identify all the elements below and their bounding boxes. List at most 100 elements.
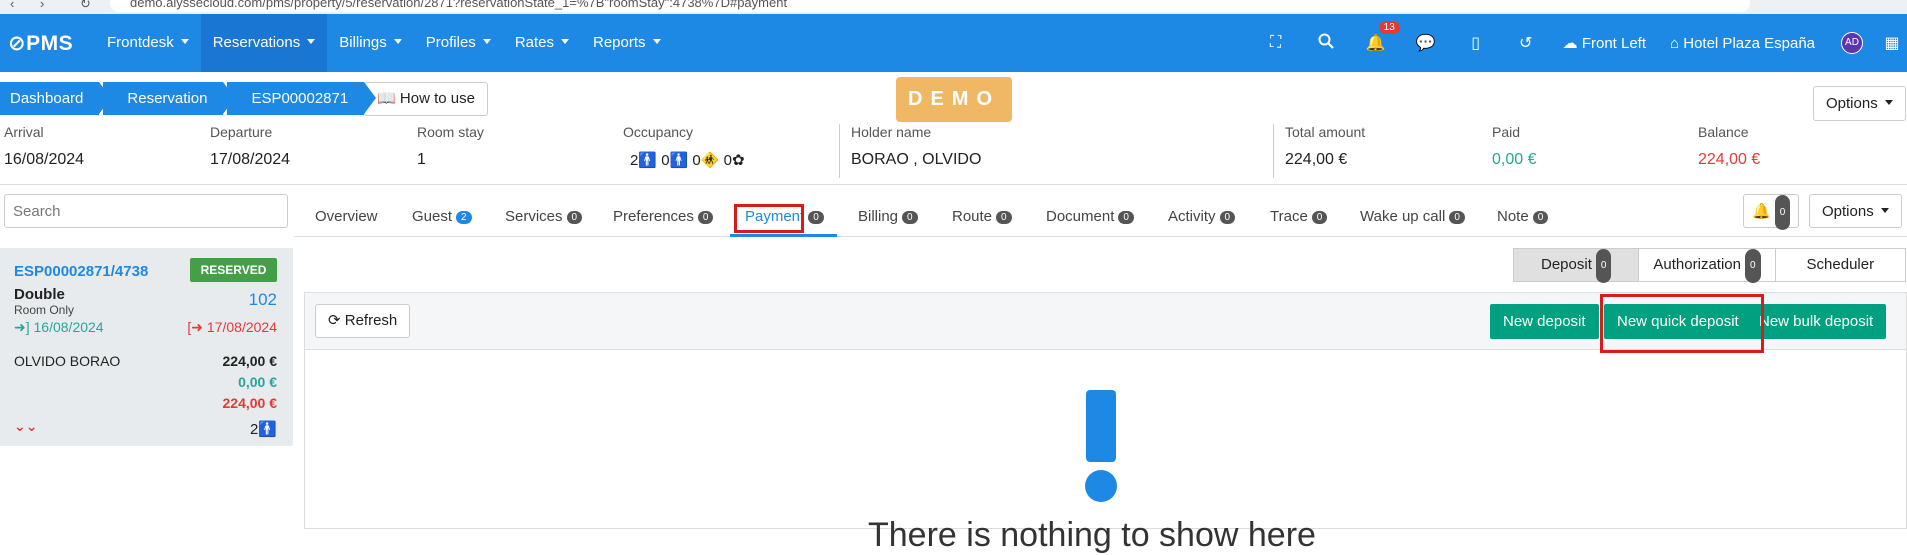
subtab-scheduler[interactable]: Scheduler <box>1774 248 1907 282</box>
double-chevron-down-icon[interactable]: ⌄⌄ <box>14 418 37 435</box>
breadcrumb-dashboard[interactable]: Dashboard <box>0 82 112 115</box>
chevron-down-icon <box>1884 100 1893 105</box>
arrival-value: 16/08/2024 <box>4 151 85 168</box>
adult-icon: 🚹 <box>638 152 658 169</box>
roomstay-value: 1 <box>417 151 426 168</box>
room-stay-card[interactable]: ESP00002871/4738 RESERVED Double Room On… <box>0 248 293 446</box>
apps-grid-icon[interactable]: ▦ <box>1877 33 1907 53</box>
room-stay-id[interactable]: ESP00002871/4738 <box>14 263 148 280</box>
teen-icon: 🚹 <box>669 152 689 169</box>
tab-options-button[interactable]: Options <box>1809 194 1902 228</box>
status-badge: RESERVED <box>190 258 277 282</box>
back-icon[interactable]: ‹ <box>10 0 14 11</box>
bell-icon[interactable]: 🔔 13 <box>1351 21 1401 53</box>
book-icon: 📖 <box>377 90 396 107</box>
chevron-down-icon <box>482 39 491 44</box>
tab-guest[interactable]: Guest 2 <box>412 208 472 225</box>
tab-services[interactable]: Services 0 <box>505 208 583 225</box>
reservation-tabs: Overview Guest 2 Services 0 Preferences 0 P… <box>294 185 1907 237</box>
tab-activity[interactable]: Activity 0 <box>1168 208 1236 225</box>
tab-wake-up-call[interactable]: Wake up call 0 <box>1360 208 1465 225</box>
menu-reports[interactable]: Reports <box>581 14 673 72</box>
hotel-selector[interactable]: ⌂ Hotel Plaza España <box>1658 35 1827 52</box>
how-to-use-button[interactable]: 📖 How to use <box>364 82 488 116</box>
reload-icon[interactable]: ↻ <box>80 0 91 12</box>
tab-billing[interactable]: Billing 0 <box>858 208 918 225</box>
menu-billings[interactable]: Billings <box>327 14 414 72</box>
roomstay-label: Room stay <box>417 124 484 140</box>
chevron-down-icon <box>307 39 316 44</box>
room-number[interactable]: 102 <box>249 290 277 310</box>
tablet-icon[interactable]: ▯ <box>1451 33 1501 53</box>
child-icon: 🚸 <box>700 152 720 169</box>
breadcrumb-reservation[interactable]: Reservation <box>103 82 236 115</box>
quick-deposit-highlight <box>1600 294 1764 353</box>
board-type: Room Only <box>14 303 75 317</box>
total-label: Total amount <box>1285 124 1366 140</box>
chevron-down-icon <box>393 39 402 44</box>
subtab-deposit[interactable]: Deposit 0 <box>1513 248 1640 283</box>
chevron-down-icon <box>652 39 661 44</box>
refresh-button[interactable]: ⟳ Refresh <box>315 304 411 338</box>
tab-route[interactable]: Route 0 <box>952 208 1012 225</box>
paid-value: 0,00 € <box>1492 151 1537 168</box>
departure-label: Departure <box>210 124 273 140</box>
main-menu: Frontdesk Reservations Billings Profiles… <box>95 14 673 72</box>
new-bulk-deposit-button[interactable]: New bulk deposit <box>1746 304 1887 339</box>
alerts-button[interactable]: 🔔 0 <box>1743 194 1800 230</box>
breadcrumb: Dashboard Reservation ESP00002871 <box>0 82 376 115</box>
search-icon[interactable] <box>1301 33 1351 54</box>
menu-reservations[interactable]: Reservations <box>200 14 328 72</box>
breadcrumb-reservation-id[interactable]: ESP00002871 <box>227 82 376 115</box>
tab-trace[interactable]: Trace 0 <box>1270 208 1328 225</box>
guest-name: OLVIDO BORAO <box>14 353 121 369</box>
person-icon: 🚹 <box>258 421 277 438</box>
menu-frontdesk[interactable]: Frontdesk <box>95 14 201 72</box>
card-paid: 0,00 € <box>238 374 277 390</box>
subtab-authorization[interactable]: Authorization 0 <box>1638 248 1776 283</box>
room-stay-sidebar: ESP00002871/4738 RESERVED Double Room On… <box>0 185 293 529</box>
tab-preferences[interactable]: Preferences 0 <box>613 208 714 225</box>
chevron-down-icon <box>1880 208 1889 213</box>
departure-value: 17/08/2024 <box>210 151 291 168</box>
empty-state-text: There is nothing to show here <box>868 516 1316 554</box>
browser-bar: ‹ › ↻ demo.alyssecloud.com/pms/property/… <box>0 0 1907 14</box>
menu-rates[interactable]: Rates <box>503 14 581 72</box>
active-tab-indicator <box>730 234 837 237</box>
payment-subtabs: Deposit 0 Authorization 0 Scheduler <box>1513 248 1907 283</box>
card-amount: 224,00 € <box>222 353 278 369</box>
card-balance: 224,00 € <box>222 395 278 411</box>
forward-icon[interactable]: › <box>40 0 44 11</box>
header-options-button[interactable]: Options <box>1813 86 1906 121</box>
menu-profiles[interactable]: Profiles <box>414 14 503 72</box>
home-icon: ⌂ <box>1670 34 1680 52</box>
avatar[interactable]: AD <box>1841 32 1863 54</box>
balance-label: Balance <box>1698 124 1749 140</box>
top-navbar: ⊘PMS Frontdesk Reservations Billings Pro… <box>0 14 1907 72</box>
search-input[interactable] <box>4 194 288 228</box>
refresh-icon: ⟳ <box>328 312 341 329</box>
app-logo[interactable]: ⊘PMS <box>8 31 73 56</box>
fullscreen-icon[interactable]: ⛶ <box>1251 34 1301 52</box>
checkin-date: ➜] 16/08/2024 <box>14 319 104 335</box>
tab-document[interactable]: Document 0 <box>1046 208 1134 225</box>
address-bar[interactable]: demo.alyssecloud.com/pms/property/5/rese… <box>110 0 1750 12</box>
new-deposit-button[interactable]: New deposit <box>1490 304 1599 339</box>
tab-note[interactable]: Note 0 <box>1497 208 1549 225</box>
divider <box>1273 124 1274 178</box>
chat-icon[interactable]: 💬 <box>1401 33 1451 53</box>
occupancy-value: 2🚹 0🚹 0🚸 0✿ <box>630 152 745 169</box>
demo-badge: DEMO <box>896 77 1012 122</box>
divider <box>839 124 840 178</box>
sign-in-icon: ➜] <box>14 319 30 335</box>
balance-value: 224,00 € <box>1698 151 1761 168</box>
holder-value: BORAO , OLVIDO <box>851 151 982 168</box>
front-selector[interactable]: ☁ Front Left <box>1551 34 1658 52</box>
paid-label: Paid <box>1492 124 1521 140</box>
history-icon[interactable]: ↺ <box>1501 33 1551 53</box>
payment-tab-highlight <box>734 204 804 233</box>
chevron-down-icon <box>561 39 569 44</box>
total-value: 224,00 € <box>1285 151 1348 168</box>
arrival-label: Arrival <box>4 124 44 140</box>
tab-overview[interactable]: Overview <box>315 208 378 225</box>
